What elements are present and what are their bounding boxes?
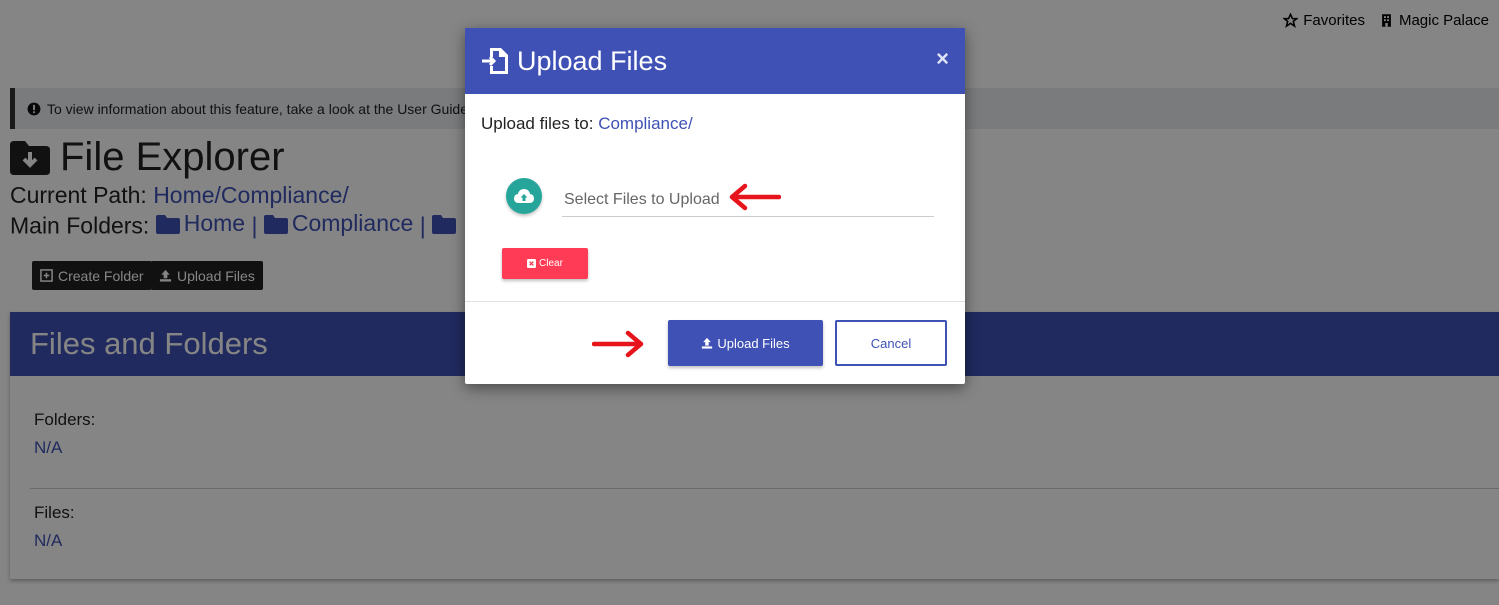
- upload-files-label: Upload Files: [717, 335, 790, 351]
- times-square-icon: [527, 259, 537, 268]
- annotation-arrow-left-icon: [727, 183, 781, 211]
- upload-destination-label: Upload files to:: [481, 114, 594, 133]
- annotation-arrow-right-icon: [592, 330, 646, 358]
- cancel-button[interactable]: Cancel: [835, 320, 947, 366]
- close-icon[interactable]: ×: [936, 46, 949, 72]
- clear-button[interactable]: Clear: [502, 248, 588, 279]
- file-import-icon: [482, 48, 508, 74]
- cancel-label: Cancel: [870, 335, 912, 351]
- upload-files-modal: Upload Files × Upload files to: Complian…: [465, 28, 965, 384]
- modal-header: Upload Files ×: [465, 28, 965, 94]
- cloud-upload-button[interactable]: [506, 178, 542, 214]
- upload-destination: Upload files to: Compliance/: [481, 114, 693, 134]
- clear-label: Clear: [539, 258, 563, 269]
- modal-title: Upload Files: [517, 45, 668, 76]
- upload-icon: [702, 337, 713, 349]
- modal-footer-divider: [465, 301, 965, 302]
- cloud-upload-icon: [514, 189, 534, 203]
- upload-destination-path[interactable]: Compliance/: [598, 114, 693, 133]
- upload-files-button[interactable]: Upload Files: [668, 320, 823, 366]
